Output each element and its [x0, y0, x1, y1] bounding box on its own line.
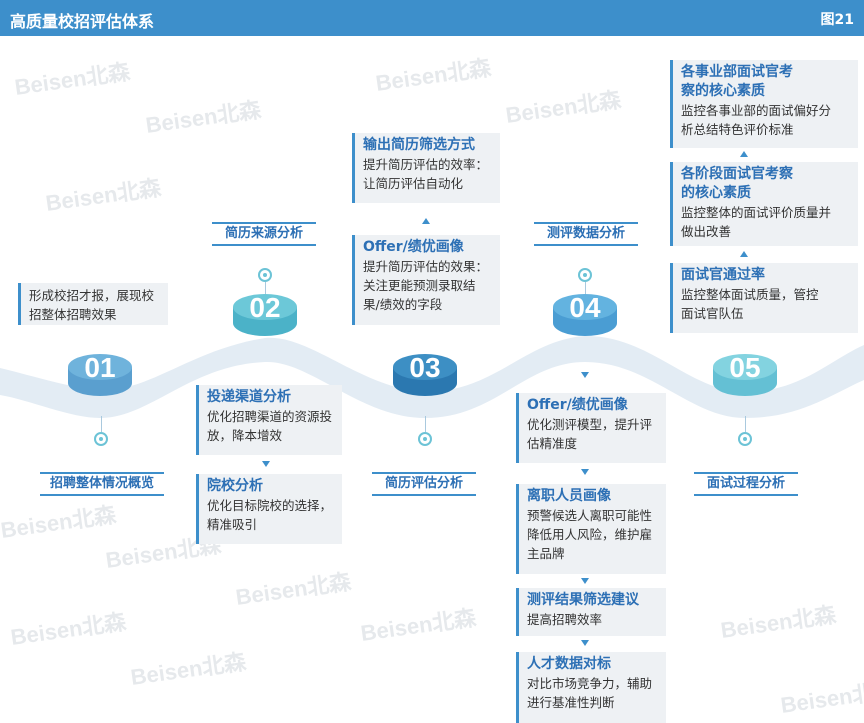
- arrow-down-icon: [581, 372, 589, 378]
- box-title: Offer/绩优画像: [363, 239, 464, 255]
- arrow-down-icon: [581, 640, 589, 646]
- stage-04-marker: [578, 268, 592, 282]
- box-title: 各事业部面试官考察的核心素质: [681, 64, 793, 99]
- box-title: 输出简历筛选方式: [363, 137, 475, 153]
- box-body: 优化招聘渠道的资源投放，降本增效: [207, 409, 333, 443]
- connector-line: [425, 416, 426, 432]
- arrow-up-icon: [740, 251, 748, 257]
- stage-03-label: 简历评估分析: [372, 472, 476, 496]
- stage-02-school-box: 院校分析 优化目标院校的选择，精准吸引: [196, 474, 342, 544]
- stage-04-label: 测评数据分析: [534, 222, 638, 246]
- box-body: 提升简历评估的效率：让简历评估自动化: [363, 157, 489, 191]
- stage-05-pass-rate-box: 面试官通过率 监控整体面试质量，管控面试官队伍: [670, 263, 858, 333]
- box-body: 监控各事业部的面试偏好分析总结特色评价标准: [681, 103, 832, 137]
- stage-04-screening-box: 测评结果筛选建议 提高招聘效率: [516, 588, 666, 636]
- connector-line: [265, 282, 266, 294]
- arrow-down-icon: [581, 578, 589, 584]
- arrow-up-icon: [422, 218, 430, 224]
- stage-04-disc: 04: [553, 292, 617, 336]
- box-title: 院校分析: [207, 478, 263, 494]
- box-body: 提高招聘效率: [527, 612, 603, 627]
- box-body: 对比市场竞争力，辅助进行基准性判断: [527, 676, 653, 710]
- stage-05-division-box: 各事业部面试官考察的核心素质 监控各事业部的面试偏好分析总结特色评价标准: [670, 60, 858, 148]
- box-title: 投递渠道分析: [207, 389, 291, 405]
- box-body: 优化目标院校的选择，精准吸引: [207, 498, 333, 532]
- box-body: 监控整体面试质量，管控面试官队伍: [681, 287, 819, 321]
- stage-04-turnover-box: 离职人员画像 预警候选人离职可能性降低用人风险，维护雇主品牌: [516, 484, 666, 574]
- box-title: 人才数据对标: [527, 656, 611, 672]
- arrow-down-icon: [581, 469, 589, 475]
- connector-line: [745, 416, 746, 432]
- box-body: 预警候选人离职可能性降低用人风险，维护雇主品牌: [527, 508, 653, 561]
- stage-01-label: 招聘整体情况概览: [40, 472, 164, 496]
- box-title: 各阶段面试官考察的核心素质: [681, 166, 793, 201]
- box-title: 面试官通过率: [681, 267, 765, 283]
- stage-number: 02: [249, 292, 280, 323]
- stage-03-disc: 03: [393, 352, 457, 396]
- stage-02-channel-box: 投递渠道分析 优化招聘渠道的资源投放，降本增效: [196, 385, 342, 455]
- stage-03-marker: [418, 432, 432, 446]
- stage-01-marker: [94, 432, 108, 446]
- stage-03-offer-profile-box: Offer/绩优画像 提升简历评估的效果：关注更能预测录取结果/绩效的字段: [352, 235, 500, 325]
- stage-02-disc: 02: [233, 292, 297, 336]
- stage-04-benchmark-box: 人才数据对标 对比市场竞争力，辅助进行基准性判断: [516, 652, 666, 723]
- box-body: 监控整体的面试评价质量并做出改善: [681, 205, 832, 239]
- box-title: 离职人员画像: [527, 488, 611, 504]
- stage-05-phase-box: 各阶段面试官考察的核心素质 监控整体的面试评价质量并做出改善: [670, 162, 858, 246]
- box-body: 提升简历评估的效果：关注更能预测录取结果/绩效的字段: [363, 259, 489, 312]
- stage-number: 03: [409, 352, 440, 383]
- stage-05-marker: [738, 432, 752, 446]
- connector-line: [101, 416, 102, 432]
- box-body: 形成校招才报，展现校招整体招聘效果: [29, 288, 155, 322]
- stage-05-label: 面试过程分析: [694, 472, 798, 496]
- connector-line: [585, 282, 586, 294]
- arrow-up-icon: [740, 151, 748, 157]
- stage-number: 04: [569, 292, 601, 323]
- stage-04-offer-profile-box: Offer/绩优画像 优化测评模型，提升评估精准度: [516, 393, 666, 463]
- stage-03-resume-method-box: 输出简历筛选方式 提升简历评估的效率：让简历评估自动化: [352, 133, 500, 203]
- stage-02-marker: [258, 268, 272, 282]
- stage-01-disc: 01: [68, 352, 132, 396]
- box-title: 测评结果筛选建议: [527, 592, 639, 608]
- arrow-down-icon: [262, 461, 270, 467]
- stage-number: 01: [84, 352, 115, 383]
- stage-05-disc: 05: [713, 352, 777, 396]
- box-title: Offer/绩优画像: [527, 397, 628, 413]
- stage-02-label: 简历来源分析: [212, 222, 316, 246]
- box-body: 优化测评模型，提升评估精准度: [527, 417, 653, 451]
- stage-01-summary-box: 形成校招才报，展现校招整体招聘效果: [18, 283, 168, 325]
- stage-number: 05: [729, 352, 760, 383]
